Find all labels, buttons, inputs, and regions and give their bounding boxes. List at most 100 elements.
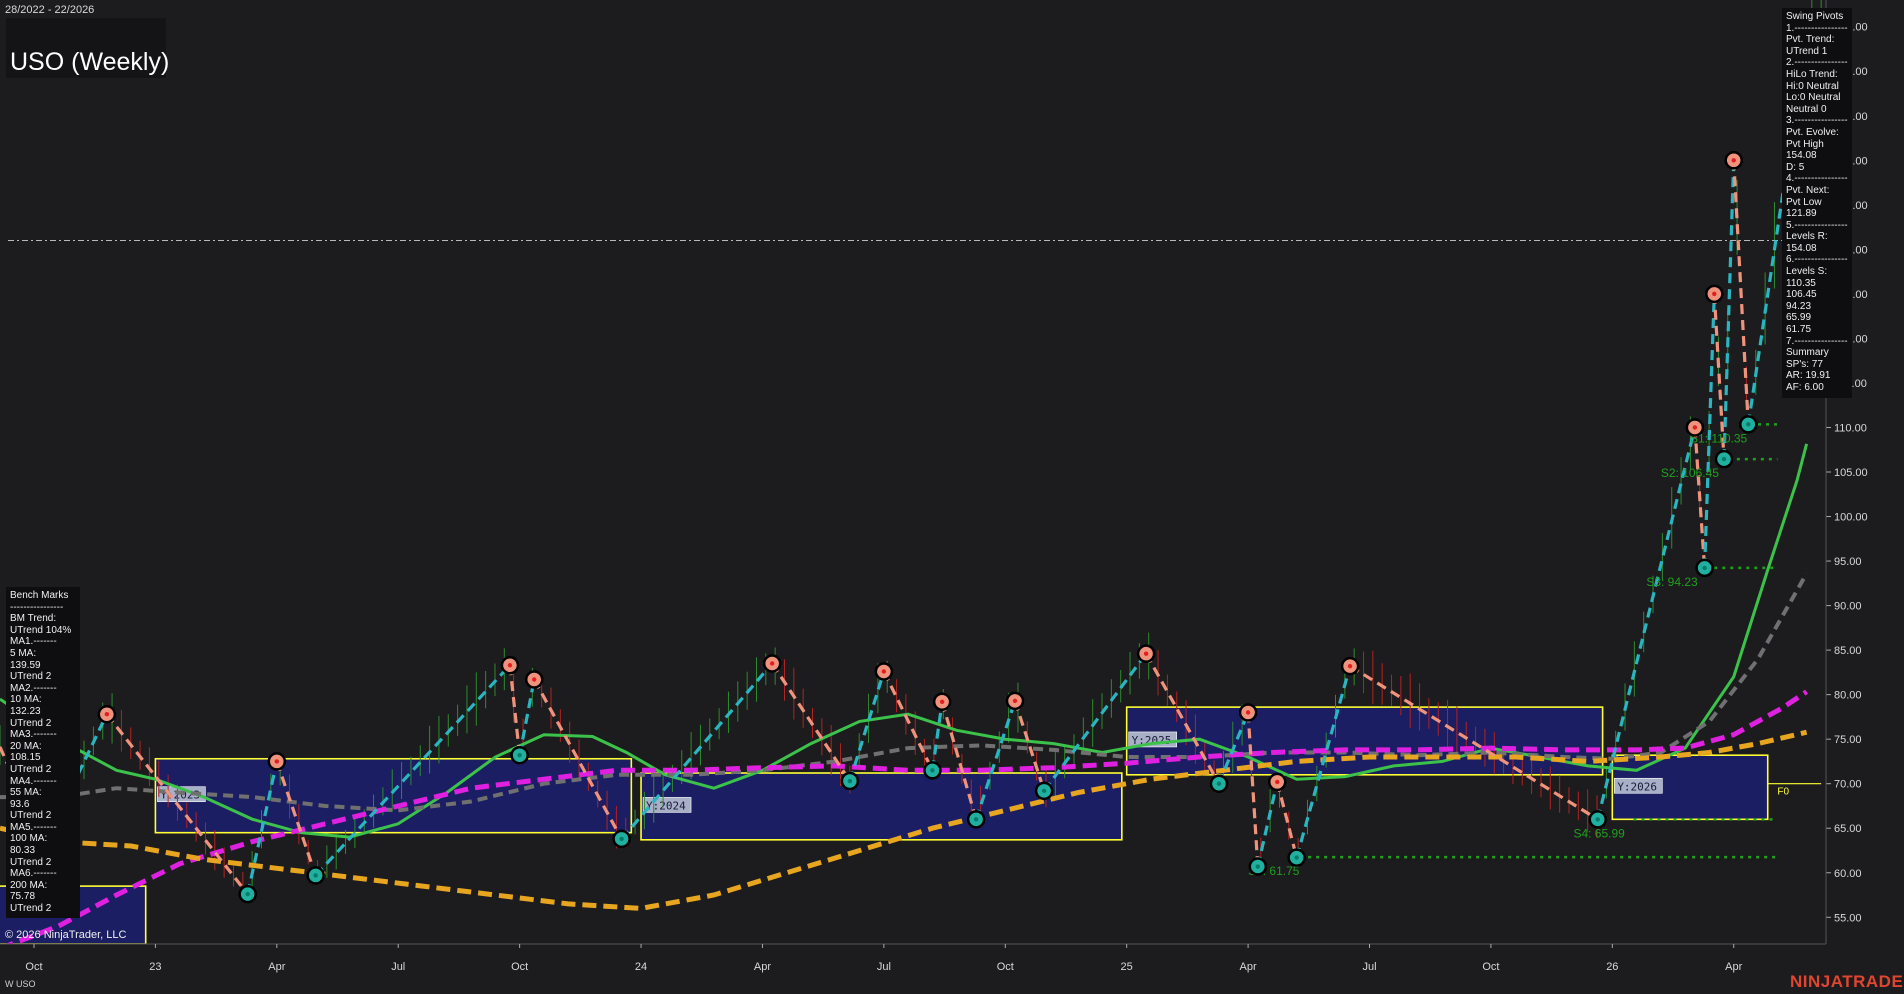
bench-marks-line: 139.59 bbox=[10, 659, 41, 671]
swing-pivots-line: 1.---------------- bbox=[1786, 22, 1848, 34]
pivot-dot bbox=[1746, 422, 1751, 427]
x-axis-label: Apr bbox=[1240, 961, 1257, 973]
bench-marks-line: 200 MA: bbox=[10, 879, 48, 891]
swing-pivots-line: Levels S: bbox=[1786, 266, 1828, 278]
swing-pivots-line: 6.---------------- bbox=[1786, 254, 1848, 266]
y-axis-label: 75.00 bbox=[1834, 734, 1862, 746]
swing-pivots-line: 110.35 bbox=[1786, 277, 1816, 289]
bench-marks-line: MA5.------- bbox=[10, 821, 57, 833]
pivot-dot bbox=[973, 817, 979, 822]
swing-pivots-line: 154.08 bbox=[1786, 242, 1817, 254]
x-axis-label: Jul bbox=[391, 961, 405, 973]
swing-pivots-line: 61.75 bbox=[1786, 324, 1812, 336]
swing-pivots-line: 65.99 bbox=[1786, 312, 1812, 324]
swing-pivots-line: AR: 19.91 bbox=[1786, 370, 1831, 382]
swing-pivots-line: Pvt High bbox=[1786, 138, 1824, 150]
swing-pivots-line: 2.---------------- bbox=[1786, 57, 1848, 69]
bench-marks-line: ---------------- bbox=[10, 601, 64, 613]
swing-pivots-panel: Swing Pivots 1.---------------- Pvt. Trend… bbox=[1782, 8, 1852, 398]
bench-marks-line: BM Trend: bbox=[10, 613, 57, 625]
x-axis-label: 23 bbox=[149, 961, 161, 973]
pivot-dot bbox=[532, 677, 537, 682]
pivot-dot bbox=[245, 891, 250, 897]
bench-marks-line: 5 MA: bbox=[10, 647, 37, 659]
pivot-dot bbox=[1012, 698, 1018, 704]
swing-pivots-line: Pvt. Evolve: bbox=[1786, 126, 1839, 138]
swing-pivots-line: Pvt Low bbox=[1786, 196, 1822, 208]
bench-marks-line: MA3.------- bbox=[10, 729, 57, 741]
swing-pivots-line: AF: 6.00 bbox=[1786, 382, 1824, 393]
swing-pivots-line: 154.08 bbox=[1786, 150, 1817, 162]
pivot-dot bbox=[104, 712, 110, 717]
swing-pivots-line: D: 5 bbox=[1786, 161, 1805, 173]
date-range: 28/2022 - 22/2026 bbox=[5, 4, 95, 16]
pivot-dot bbox=[313, 873, 318, 878]
swing-leg bbox=[1722, 160, 1736, 460]
swing-pivots-line: 7.---------------- bbox=[1786, 335, 1848, 347]
swing-pivots-line: 5.---------------- bbox=[1786, 219, 1848, 231]
bench-marks-line: MA2.------- bbox=[10, 682, 57, 694]
x-axis-label: Oct bbox=[25, 961, 42, 973]
fib-label: F0 bbox=[1777, 787, 1789, 798]
bench-marks-line: 20 MA: bbox=[10, 740, 42, 752]
pivot-dot bbox=[1143, 651, 1149, 656]
pivot-dot bbox=[1041, 788, 1047, 794]
bench-marks-line: 93.6 bbox=[10, 798, 30, 810]
bench-marks-line: UTrend 2 bbox=[10, 717, 52, 729]
bench-marks-line: 132.23 bbox=[10, 705, 41, 717]
x-axis-label: Jul bbox=[877, 961, 891, 973]
swing-leg bbox=[848, 671, 886, 782]
bench-marks-line: UTrend 104% bbox=[10, 624, 72, 636]
x-axis-label: 26 bbox=[1606, 961, 1618, 973]
bench-marks-line: UTrend 2 bbox=[10, 903, 52, 915]
swing-pivots-line: Levels R: bbox=[1786, 231, 1828, 243]
copyright: © 2026 NinjaTrader, LLC bbox=[5, 929, 127, 941]
pivot-dot bbox=[619, 836, 624, 842]
symbol-label: W USO bbox=[5, 979, 36, 989]
pivot-dot bbox=[1731, 158, 1736, 163]
y-axis-label: 95.00 bbox=[1834, 556, 1862, 568]
pivot-dot bbox=[274, 759, 280, 764]
bench-marks-line: MA6.------- bbox=[10, 868, 57, 880]
pivot-dot bbox=[1255, 864, 1261, 869]
swing-pivots-line: Hi:0 Neutral bbox=[1786, 80, 1839, 92]
swing-pivots-line: 106.45 bbox=[1786, 289, 1817, 301]
swing-pivots-line: Lo:0 Neutral bbox=[1786, 92, 1841, 104]
chart-title: USO (Weekly) bbox=[10, 48, 170, 76]
pivot-dot bbox=[1692, 425, 1698, 430]
y-axis-label: 70.00 bbox=[1834, 779, 1862, 791]
bench-marks-line: 75.78 bbox=[10, 891, 36, 903]
swing-pivots-line: Pvt. Trend: bbox=[1786, 34, 1835, 46]
swing-leg bbox=[1693, 427, 1707, 569]
pivot-dot bbox=[881, 669, 887, 674]
year-box-label: Y:2026 bbox=[1617, 780, 1657, 793]
x-axis-label: Apr bbox=[268, 961, 285, 973]
swing-pivots-line: 94.23 bbox=[1786, 300, 1812, 312]
y-axis-label: 110.00 bbox=[1834, 422, 1867, 434]
swing-pivots-line: UTrend 1 bbox=[1786, 45, 1828, 57]
support-level-label: S3: 94.23 bbox=[1646, 575, 1698, 589]
pivot-dot bbox=[1712, 291, 1717, 297]
y-axis-label: 105.00 bbox=[1834, 467, 1868, 479]
bench-marks-line: 108.15 bbox=[10, 752, 41, 764]
pivot-dot bbox=[1347, 663, 1353, 669]
y-axis-label: 100.00 bbox=[1834, 512, 1868, 524]
bench-marks-line: 10 MA: bbox=[10, 694, 42, 706]
x-axis-label: Apr bbox=[754, 961, 771, 973]
pivot-dot bbox=[939, 699, 945, 704]
x-axis-label: Oct bbox=[511, 961, 528, 973]
pivot-dot bbox=[847, 778, 853, 784]
swing-pivots-line: Neutral 0 bbox=[1786, 103, 1827, 115]
swing-leg bbox=[1275, 781, 1299, 859]
pivot-dot bbox=[1216, 781, 1222, 786]
bench-marks-line: UTrend 2 bbox=[10, 671, 52, 683]
plot-area: Y:2023Y:2024Y:2025Y:2026S1: 110.35S2: 10… bbox=[0, 0, 1822, 944]
bench-marks-line: 80.33 bbox=[10, 845, 36, 857]
x-axis-label: 24 bbox=[635, 961, 647, 973]
price-chart[interactable]: Y:2023Y:2024Y:2025Y:2026S1: 110.35S2: 10… bbox=[0, 0, 1904, 994]
swing-pivots-line: 4.---------------- bbox=[1786, 173, 1848, 185]
swing-pivots-line: 121.89 bbox=[1786, 208, 1817, 220]
bench-marks-line: MA4.------- bbox=[10, 775, 57, 787]
y-axis-label: 90.00 bbox=[1834, 601, 1862, 613]
ninjatrader-logo: NINJATRADER bbox=[1790, 972, 1904, 991]
